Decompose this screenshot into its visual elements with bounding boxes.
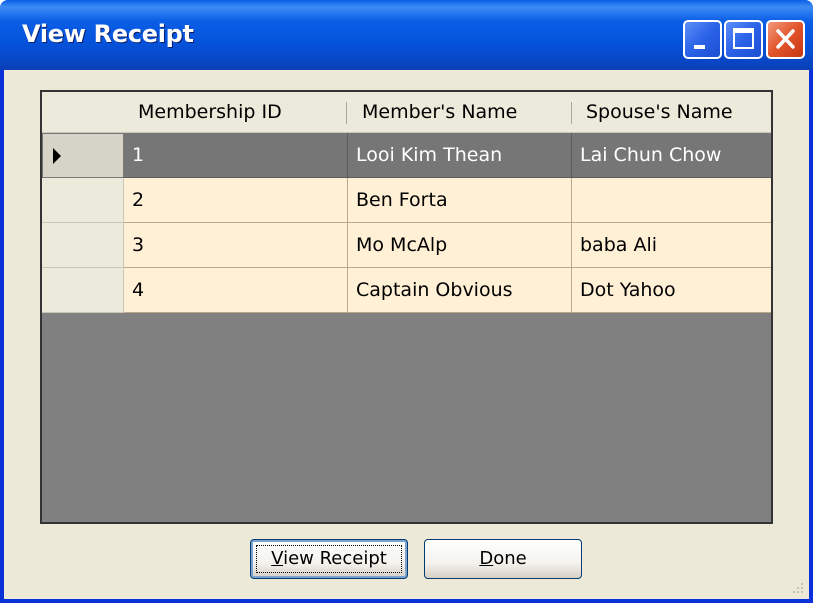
current-row-arrow-icon xyxy=(53,148,61,164)
minimize-button[interactable] xyxy=(683,20,722,59)
close-button[interactable] xyxy=(766,20,805,59)
minimize-icon xyxy=(694,45,705,49)
close-icon xyxy=(776,29,795,49)
cell-members-name[interactable]: Looi Kim Thean xyxy=(348,133,572,178)
cell-members-name[interactable]: Ben Forta xyxy=(348,178,572,223)
members-data-grid[interactable]: Membership ID Member's Name Spouse's Nam… xyxy=(40,90,773,524)
grid-header-row: Membership ID Member's Name Spouse's Nam… xyxy=(42,92,771,133)
view-receipt-window: View Receipt Membership ID Member's Name xyxy=(0,0,813,603)
row-selector-4[interactable] xyxy=(42,268,124,313)
cell-membership-id[interactable]: 1 xyxy=(124,133,348,178)
cell-spouses-name[interactable]: Lai Chun Chow xyxy=(572,133,771,178)
column-header-membership-id[interactable]: Membership ID xyxy=(124,92,348,132)
row-selector-3[interactable] xyxy=(42,223,124,268)
maximize-button[interactable] xyxy=(724,20,763,59)
cell-membership-id[interactable]: 3 xyxy=(124,223,348,268)
cell-membership-id[interactable]: 2 xyxy=(124,178,348,223)
cell-spouses-name[interactable]: Dot Yahoo xyxy=(572,268,771,313)
done-accel: D xyxy=(479,548,494,569)
column-divider[interactable] xyxy=(346,102,347,124)
cell-spouses-name[interactable] xyxy=(572,178,771,223)
focus-rectangle xyxy=(256,545,402,573)
window-title: View Receipt xyxy=(22,20,194,48)
title-bar[interactable]: View Receipt xyxy=(0,0,813,70)
column-header-members-name[interactable]: Member's Name xyxy=(348,92,572,132)
cell-members-name[interactable]: Mo McAlp xyxy=(348,223,572,268)
view-receipt-button[interactable]: View Receipt xyxy=(250,539,408,579)
row-selector-1[interactable] xyxy=(42,133,124,178)
corner-header-cell xyxy=(42,92,124,132)
done-label: one xyxy=(493,548,527,569)
resize-grip-icon[interactable] xyxy=(791,581,805,595)
done-button[interactable]: Done xyxy=(424,539,582,579)
cell-spouses-name[interactable]: baba Ali xyxy=(572,223,771,268)
cell-members-name[interactable]: Captain Obvious xyxy=(348,268,572,313)
row-selector-2[interactable] xyxy=(42,178,124,223)
maximize-icon xyxy=(733,28,754,49)
column-header-spouses-name[interactable]: Spouse's Name xyxy=(572,92,771,132)
cell-membership-id[interactable]: 4 xyxy=(124,268,348,313)
